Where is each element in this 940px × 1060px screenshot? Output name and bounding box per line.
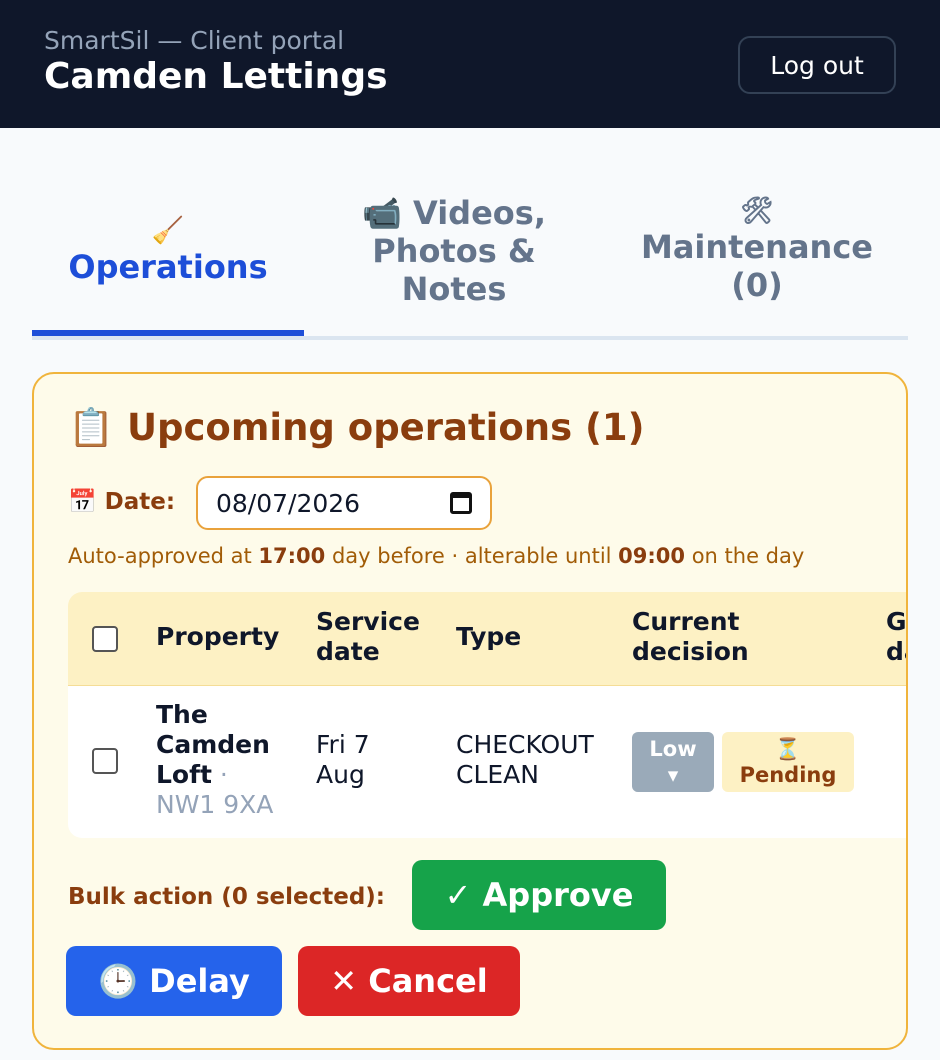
portal-subtitle: SmartSil — Client portal	[44, 26, 345, 55]
col-service-date: Service date	[316, 607, 420, 667]
col-service-date-l1: Service	[316, 607, 420, 636]
date-value: 08/07/2026	[216, 488, 361, 518]
approve-button[interactable]: ✓ Approve	[412, 860, 666, 930]
col-decision-l1: Current	[632, 607, 740, 636]
service-date-cell: Fri 7 Aug	[316, 730, 370, 790]
tab-operations-label: Operations	[68, 248, 268, 286]
col-guest-dates: Guest dates	[886, 607, 907, 667]
service-date-l2: Aug	[316, 760, 365, 789]
bulk-action-label: Bulk action (0 selected):	[68, 884, 386, 910]
date-field[interactable]: 08/07/2026	[196, 476, 492, 530]
select-all-checkbox[interactable]	[92, 626, 118, 652]
priority-dropdown[interactable]: Low ▾	[632, 732, 714, 792]
note-text-1: Auto-approved at	[68, 544, 259, 568]
logout-button[interactable]: Log out	[738, 36, 896, 94]
status-text: Pending	[739, 763, 837, 787]
note-time-alterable: 09:00	[618, 544, 686, 568]
hourglass-icon: ⏳	[774, 737, 802, 761]
tab-maintenance-label-line2: (0)	[731, 266, 783, 304]
top-bar: SmartSil — Client portal Camden Lettings…	[0, 0, 940, 128]
calendar-picker-icon[interactable]	[450, 492, 472, 514]
col-guest-l2: dates	[886, 637, 906, 666]
cancel-button[interactable]: ✕ Cancel	[298, 946, 520, 1016]
tab-operations[interactable]: 🧹 Operations	[32, 214, 304, 286]
chevron-down-icon: ▾	[667, 763, 679, 787]
type-l2: CLEAN	[456, 760, 539, 789]
col-guest-l1: Guest	[886, 607, 907, 636]
tab-videos-label-line2: Photos &	[372, 232, 536, 270]
priority-value: Low	[649, 737, 697, 761]
client-name: Camden Lettings	[44, 56, 388, 97]
property-name-l3: Loft	[156, 760, 212, 789]
delay-button[interactable]: 🕒 Delay	[66, 946, 282, 1016]
property-name-l1: The	[156, 700, 208, 729]
tab-videos-label-line3: Notes	[401, 270, 507, 308]
panel-title: 📋 Upcoming operations (1)	[68, 406, 645, 449]
active-tab-indicator	[32, 330, 304, 336]
col-decision-l2: decision	[632, 637, 749, 666]
service-date-l1: Fri 7	[316, 730, 370, 759]
col-type: Type	[456, 622, 522, 651]
tab-maintenance[interactable]: 🛠 Maintenance (0)	[622, 194, 892, 304]
table-header: Property Service date Type Current decis…	[68, 592, 907, 686]
property-separator: ·	[211, 760, 228, 789]
status-badge: ⏳ Pending	[722, 732, 854, 792]
col-property: Property	[156, 622, 280, 651]
tab-videos-label-line1: 📹 Videos,	[362, 194, 546, 232]
approval-note: Auto-approved at 17:00 day before · alte…	[68, 544, 804, 568]
operations-table: Property Service date Type Current decis…	[68, 592, 907, 838]
type-cell: CHECKOUT CLEAN	[456, 730, 594, 790]
property-name-l2: Camden	[156, 730, 270, 759]
type-l1: CHECKOUT	[456, 730, 594, 759]
note-time-auto-approve: 17:00	[258, 544, 326, 568]
note-text-3: on the day	[685, 544, 805, 568]
col-service-date-l2: date	[316, 637, 380, 666]
row-select-checkbox[interactable]	[92, 748, 118, 774]
upcoming-operations-panel: 📋 Upcoming operations (1) 📅 Date: 08/07/…	[32, 372, 908, 1050]
property-postcode: NW1 9XA	[156, 790, 274, 819]
broom-icon: 🧹	[151, 216, 185, 246]
tab-maintenance-label-line1: Maintenance	[640, 228, 873, 266]
date-label: 📅 Date:	[68, 489, 176, 515]
tab-videos-photos-notes[interactable]: 📹 Videos, Photos & Notes	[332, 194, 576, 308]
tab-bar: 🧹 Operations 📹 Videos, Photos & Notes 🛠 …	[32, 190, 908, 340]
tools-icon: 🛠	[740, 196, 774, 226]
property-cell: The Camden Loft · NW1 9XA	[156, 700, 273, 820]
col-current-decision: Current decision	[632, 607, 749, 667]
note-text-2: day before · alterable until	[325, 544, 619, 568]
